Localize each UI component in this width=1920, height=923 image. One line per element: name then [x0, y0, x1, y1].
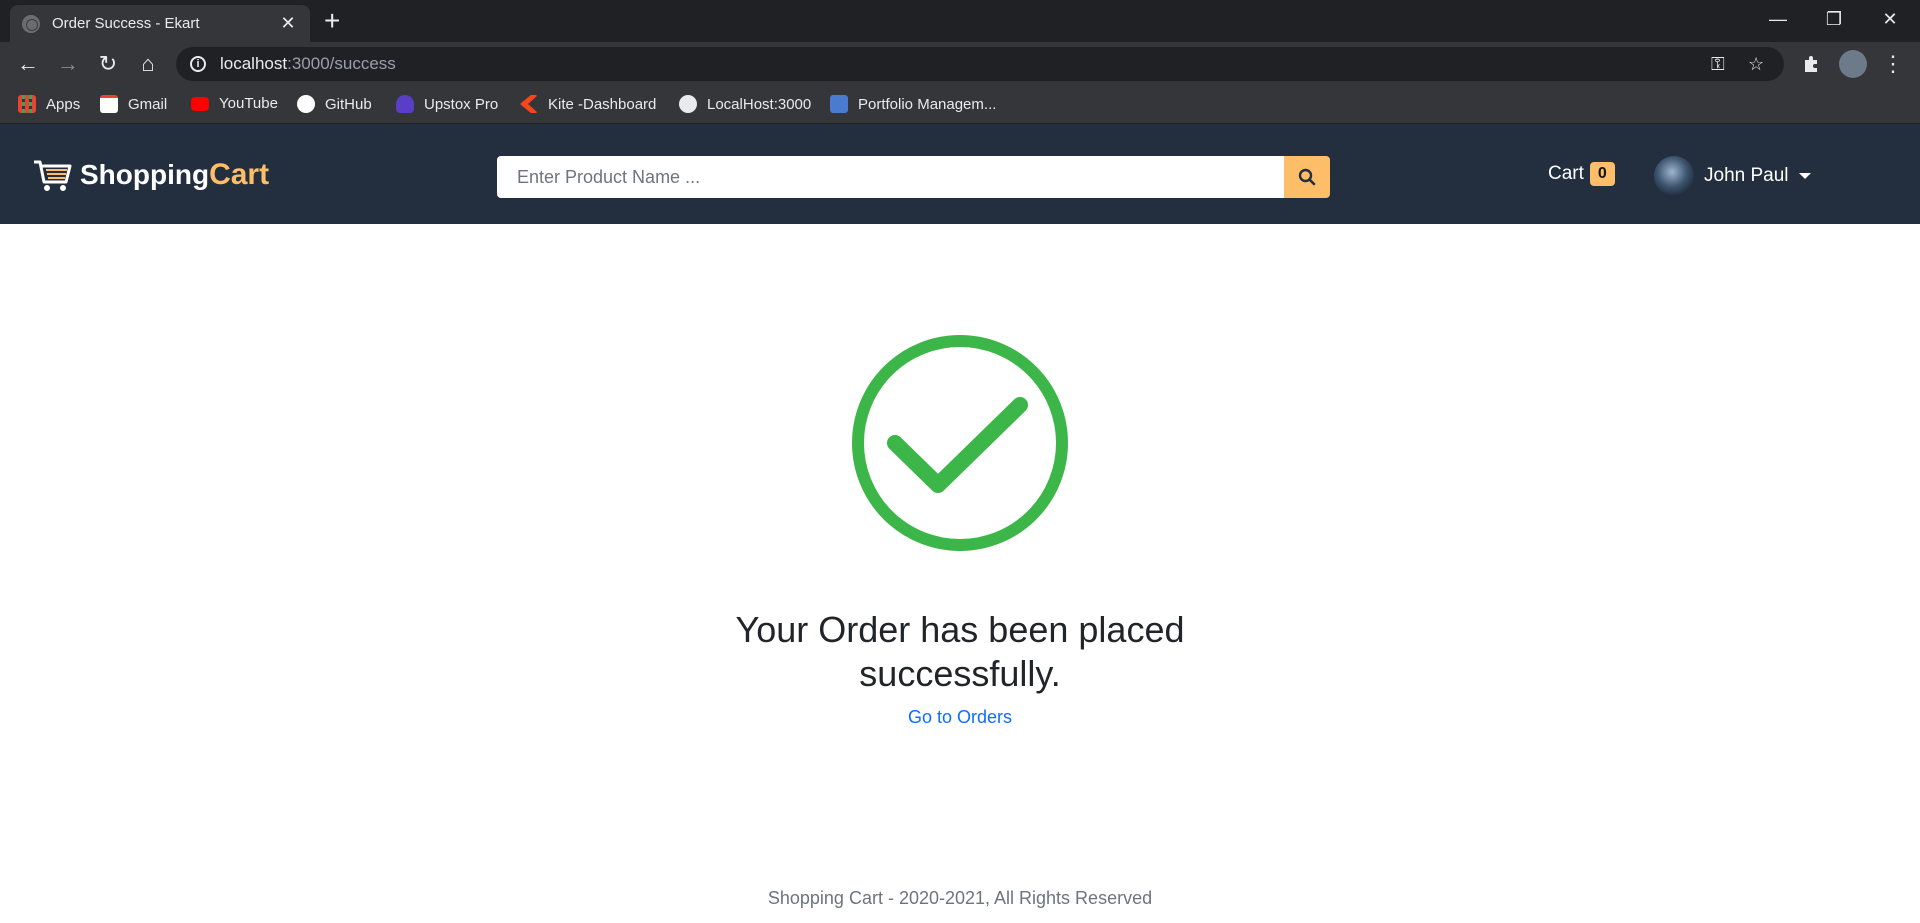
- search-bar: [497, 156, 1330, 198]
- cart-link[interactable]: Cart 0: [1548, 162, 1615, 186]
- search-input[interactable]: [497, 156, 1284, 198]
- bookmark-kite[interactable]: Kite -Dashboard: [520, 95, 656, 113]
- check-circle-icon: [852, 335, 1068, 551]
- bookmark-label: Kite -Dashboard: [548, 95, 657, 113]
- chevron-down-icon: [1798, 173, 1811, 179]
- url-path: :3000/success: [287, 54, 396, 73]
- apps-grid-icon: [18, 95, 36, 113]
- user-menu[interactable]: John Paul: [1654, 156, 1811, 196]
- bookmarks-bar: Apps Gmail YouTube GitHub Upstox Pro Kit…: [0, 86, 1920, 124]
- bookmark-github[interactable]: GitHub: [297, 95, 372, 113]
- user-name: John Paul: [1704, 165, 1789, 186]
- bookmark-portfolio[interactable]: Portfolio Managem...: [830, 95, 996, 113]
- bookmark-label: Upstox Pro: [424, 95, 499, 113]
- tab-title: Order Success - Ekart: [52, 15, 200, 32]
- bookmark-label: YouTube: [219, 95, 278, 112]
- tab-close-icon[interactable]: ✕: [278, 13, 298, 34]
- globe-icon: [22, 14, 40, 33]
- footer-text: Shopping Cart - 2020-2021, All Rights Re…: [767, 888, 1153, 908]
- menu-kebab-icon[interactable]: ⋮: [1879, 50, 1907, 78]
- upstox-icon: [396, 95, 414, 113]
- portfolio-icon: [830, 95, 848, 113]
- bookmark-gmail[interactable]: Gmail: [100, 95, 167, 113]
- browser-toolbar: ← → ↻ ⌂ i localhost:3000/success ⚿ ☆ ⋮: [0, 42, 1920, 86]
- browser-tab-bar: Order Success - Ekart ✕ + — ❐ ✕: [0, 0, 1920, 42]
- search-button[interactable]: [1284, 156, 1330, 198]
- success-message: Your Order has been placed successfully.: [735, 609, 1185, 694]
- site-info-icon[interactable]: i: [190, 56, 206, 72]
- app-header: Shopping Cart Cart 0 John Paul: [0, 124, 1920, 224]
- forward-icon[interactable]: →: [54, 50, 82, 78]
- go-to-orders-link[interactable]: Go to Orders: [860, 707, 1060, 728]
- key-icon[interactable]: ⚿: [1711, 54, 1725, 75]
- globe-icon: [679, 95, 697, 113]
- bookmark-label: Apps: [46, 95, 81, 113]
- bookmark-label: Gmail: [128, 95, 168, 113]
- bookmark-label: Portfolio Managem...: [858, 95, 997, 113]
- github-icon: [297, 95, 315, 113]
- star-icon[interactable]: ☆: [1748, 54, 1764, 75]
- profile-avatar[interactable]: [1839, 50, 1867, 78]
- url-host: localhost: [220, 54, 288, 73]
- bookmark-upstox[interactable]: Upstox Pro: [396, 95, 498, 113]
- url-text: localhost:3000/success: [220, 54, 396, 74]
- cart-count-badge: 0: [1589, 162, 1615, 186]
- kite-icon: [520, 95, 538, 113]
- home-icon[interactable]: ⌂: [134, 50, 162, 78]
- bookmark-label: LocalHost:3000: [707, 95, 812, 113]
- minimize-icon[interactable]: —: [1750, 0, 1806, 38]
- logo-text-shopping: Shopping: [80, 159, 210, 190]
- cart-label: Cart: [1548, 163, 1584, 184]
- bookmark-localhost[interactable]: LocalHost:3000: [679, 95, 811, 113]
- extensions-icon[interactable]: [1798, 50, 1826, 78]
- restore-icon[interactable]: ❐: [1806, 0, 1862, 38]
- avatar: [1654, 156, 1694, 196]
- shopping-cart-icon: [34, 160, 72, 191]
- bookmark-youtube[interactable]: YouTube: [191, 95, 278, 112]
- bookmark-apps[interactable]: Apps: [18, 95, 80, 113]
- search-icon: [1298, 168, 1316, 186]
- new-tab-button[interactable]: +: [324, 6, 340, 36]
- logo[interactable]: Shopping Cart: [32, 156, 269, 194]
- address-bar[interactable]: i localhost:3000/success ⚿ ☆: [176, 47, 1784, 81]
- close-window-icon[interactable]: ✕: [1862, 0, 1918, 38]
- gmail-icon: [100, 95, 118, 113]
- back-icon[interactable]: ←: [14, 50, 42, 78]
- bookmark-label: GitHub: [325, 95, 372, 113]
- reload-icon[interactable]: ↻: [94, 50, 122, 78]
- browser-tab[interactable]: Order Success - Ekart ✕: [10, 5, 310, 42]
- logo-text-cart: Cart: [209, 158, 270, 191]
- youtube-icon: [191, 96, 209, 111]
